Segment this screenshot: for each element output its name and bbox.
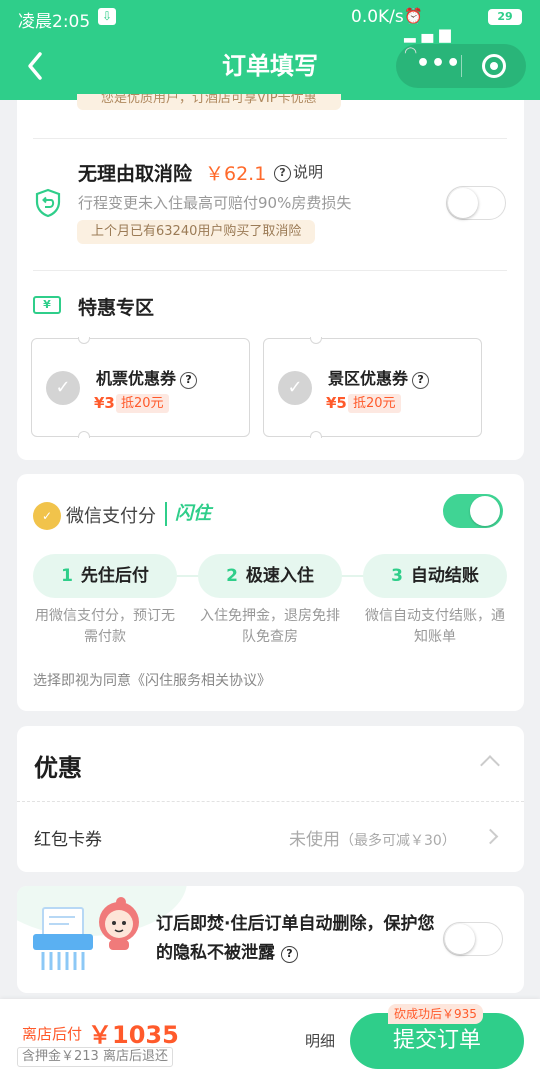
coupon-amount: ¥3 xyxy=(94,394,115,412)
insurance-price: ￥62.1 xyxy=(205,163,267,185)
coupon-notch xyxy=(310,337,322,344)
step-pill: 3 自动结账 xyxy=(363,554,507,598)
download-icon: ⇩ xyxy=(98,8,116,25)
discount-card: 优惠 红包卡券 未使用（最多可减￥30） xyxy=(17,726,524,872)
deposit-note: 含押金￥213 离店后退还 xyxy=(17,1047,173,1067)
help-icon: ? xyxy=(274,165,291,182)
privacy-card: 订后即焚·住后订单自动删除，保护您的隐私不被泄露 ? xyxy=(17,886,524,993)
help-icon[interactable]: ? xyxy=(180,372,198,389)
coupon-tag: 抵20元 xyxy=(116,394,169,413)
check-icon[interactable]: ✓ xyxy=(46,371,80,405)
toggle-knob xyxy=(470,496,500,526)
red-packet-label: 红包卡券 xyxy=(34,830,102,850)
red-packet-status: 未使用 xyxy=(289,830,340,850)
toggle-knob xyxy=(448,188,478,218)
mascot-icon xyxy=(99,897,139,950)
toggle-knob xyxy=(445,924,475,954)
divider xyxy=(33,138,507,139)
step-label: 自动结账 xyxy=(410,566,479,586)
help-icon[interactable]: ? xyxy=(280,946,298,963)
total-amount: ￥1035 xyxy=(88,1021,179,1049)
privacy-text: 订后即焚·住后订单自动删除，保护您的隐私不被泄露 ? xyxy=(156,910,436,968)
wechat-pay-score-card: ✓ 微信支付分 闪住 1 先住后付 2 极速入住 3 自动结账 用微信支付分，预订无需… xyxy=(17,474,524,711)
step-pill: 1 先住后付 xyxy=(33,554,177,598)
step-description: 用微信支付分，预订无需付款 xyxy=(35,608,175,645)
coupon-scenic[interactable]: ✓ 景区优惠券? ¥5 抵20元 xyxy=(263,337,482,438)
chevron-right-icon[interactable] xyxy=(482,828,499,845)
close-target-icon[interactable] xyxy=(482,54,506,78)
vip-note: 您是优质用户，订酒店可享VIP卡优惠 xyxy=(77,94,341,110)
status-time: 凌晨2:05 xyxy=(18,12,91,32)
help-icon[interactable]: ? xyxy=(412,372,430,389)
insurance-deals-card: 您是优质用户，订酒店可享VIP卡优惠 无理由取消险 ￥62.1 ? 说明 行程变更… xyxy=(17,94,524,460)
network-speed: 0.0K/s xyxy=(351,7,404,27)
coupon-title: 景区优惠券? xyxy=(328,365,430,389)
divider xyxy=(33,270,507,271)
more-icon[interactable]: ••• xyxy=(416,44,460,84)
step-description: 入住免押金，退房免排队免查房 xyxy=(200,608,340,645)
shredder-icon xyxy=(33,907,93,970)
mini-program-capsule: ••• xyxy=(396,44,526,88)
bottom-bar: 离店后付 ￥1035 含押金￥213 离店后退还 明细 提交订单 砍成功后￥93… xyxy=(0,999,540,1080)
step-number: 2 xyxy=(226,566,238,586)
coupon-notch xyxy=(78,431,90,438)
bargain-badge: 砍成功后￥935 xyxy=(388,1004,483,1024)
status-bar: 凌晨2:05 ⇩ 0.0K/s ⏰ ▂▄▆ ◠ 29 xyxy=(0,0,540,61)
chevron-up-icon[interactable] xyxy=(480,755,500,775)
shield-icon xyxy=(35,188,61,218)
coupon-notch xyxy=(310,431,322,438)
price-detail-button[interactable]: 明细 xyxy=(305,1030,335,1051)
insurance-toggle[interactable] xyxy=(446,186,506,220)
pay-score-icon: ✓ xyxy=(33,502,61,530)
discount-title: 优惠 xyxy=(34,754,82,782)
step-label: 先住后付 xyxy=(80,566,149,586)
dashed-divider xyxy=(17,801,524,802)
step-pill: 2 极速入住 xyxy=(198,554,342,598)
flash-stay-brand: 闪住 xyxy=(165,502,211,526)
insurance-description: 行程变更未入住最高可赔付90%房费损失 xyxy=(78,194,352,212)
insurance-help-label: 说明 xyxy=(293,163,324,181)
insurance-popularity-chip: 上个月已有63240用户购买了取消险 xyxy=(77,220,316,244)
step-number: 1 xyxy=(61,566,73,586)
battery-icon: 29 xyxy=(488,9,522,25)
deals-title: 特惠专区 xyxy=(78,297,155,319)
check-icon[interactable]: ✓ xyxy=(278,371,312,405)
coupon-title-text: 机票优惠券 xyxy=(96,369,177,388)
capsule-divider xyxy=(461,55,462,77)
coupon-flight[interactable]: ✓ 机票优惠券? ¥3 抵20元 xyxy=(31,337,250,438)
step-description: 微信自动支付结账，通知账单 xyxy=(365,608,505,645)
step-label: 极速入住 xyxy=(245,566,314,586)
pay-method-label: 离店后付 xyxy=(22,1025,83,1043)
coupon-title-text: 景区优惠券 xyxy=(328,369,409,388)
app-header: 凌晨2:05 ⇩ 0.0K/s ⏰ ▂▄▆ ◠ 29 订单填写 ••• xyxy=(0,0,540,100)
agreement-link[interactable]: 选择即视为同意《闪住服务相关协议》 xyxy=(33,670,271,690)
step-number: 3 xyxy=(391,566,403,586)
coupon-tag: 抵20元 xyxy=(348,394,401,413)
ticket-icon: ¥ xyxy=(33,296,61,314)
pay-score-toggle[interactable] xyxy=(443,494,503,528)
coupon-title: 机票优惠券? xyxy=(96,365,198,389)
red-packet-value[interactable]: 未使用（最多可减￥30） xyxy=(289,825,456,850)
red-packet-note: （最多可减￥30） xyxy=(340,833,456,849)
insurance-title: 无理由取消险 xyxy=(78,163,193,185)
insurance-help-link[interactable]: ? 说明 xyxy=(274,161,323,182)
privacy-toggle[interactable] xyxy=(443,922,503,956)
coupon-notch xyxy=(78,337,90,344)
coupon-amount: ¥5 xyxy=(326,394,347,412)
pay-score-title: 微信支付分 xyxy=(66,506,156,527)
